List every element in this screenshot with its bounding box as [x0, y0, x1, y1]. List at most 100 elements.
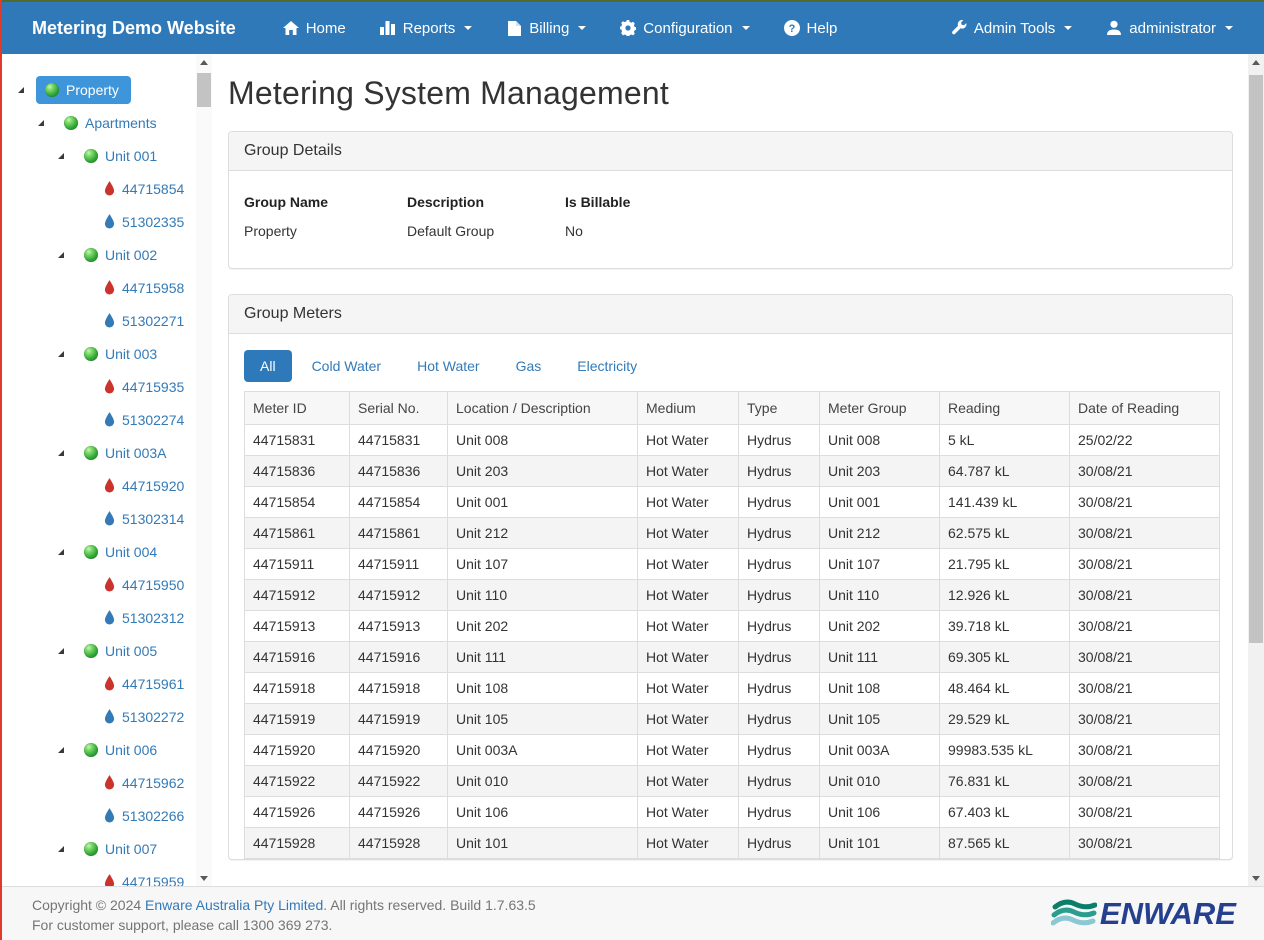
- tab-cold-water[interactable]: Cold Water: [296, 350, 398, 382]
- company-link[interactable]: Enware Australia Pty Limited: [145, 897, 323, 913]
- tab-all[interactable]: All: [244, 350, 292, 382]
- tree-node-unit-003a: Unit 003A: [18, 436, 212, 469]
- nav-item-home[interactable]: Home: [266, 2, 363, 54]
- tree-node-label[interactable]: 51302314: [96, 506, 192, 532]
- logo-text: ENWARE: [1100, 896, 1236, 932]
- nav-item-admin-tools[interactable]: Admin Tools: [934, 2, 1089, 54]
- tree-node-label[interactable]: 44715920: [96, 473, 192, 499]
- tree-node-label[interactable]: Unit 004: [76, 539, 165, 565]
- tree-expander-icon[interactable]: [58, 450, 64, 456]
- scroll-down-icon[interactable]: [196, 870, 212, 886]
- cell-meter-group: Unit 203: [820, 456, 940, 487]
- green-orb-icon: [84, 545, 98, 559]
- caret-down-icon: [578, 26, 586, 30]
- cell-meter-group: Unit 003A: [820, 735, 940, 766]
- group-meters-heading: Group Meters: [229, 295, 1232, 334]
- tab-electricity[interactable]: Electricity: [561, 350, 653, 382]
- tree-node-label[interactable]: Unit 001: [76, 143, 165, 169]
- tree-node-label[interactable]: 51302266: [96, 803, 192, 829]
- scroll-up-icon[interactable]: [1248, 54, 1264, 70]
- cell-serial-no: 44715912: [350, 580, 448, 611]
- cell-type: Hydrus: [739, 766, 820, 797]
- tree-node-label[interactable]: Unit 007: [76, 836, 165, 862]
- tree-expander-icon[interactable]: [58, 747, 64, 753]
- cell-serial-no: 44715916: [350, 642, 448, 673]
- tree-node-label[interactable]: 51302335: [96, 209, 192, 235]
- group-meters-panel: Group Meters AllCold WaterHot WaterGasEl…: [228, 294, 1233, 860]
- table-row: 4471586144715861Unit 212Hot WaterHydrusU…: [245, 518, 1220, 549]
- tree-node-label[interactable]: 44715959: [96, 869, 192, 887]
- cell-meter-id: 44715913: [245, 611, 350, 642]
- tree-node-label[interactable]: 51302272: [96, 704, 192, 730]
- tree-node-label[interactable]: 44715950: [96, 572, 192, 598]
- tree-expander-icon[interactable]: [58, 252, 64, 258]
- cell-medium: Hot Water: [638, 425, 739, 456]
- tree-node-label[interactable]: 51302312: [96, 605, 192, 631]
- tree-expander-icon[interactable]: [58, 846, 64, 852]
- tab-gas[interactable]: Gas: [500, 350, 558, 382]
- top-navbar: Metering Demo Website HomeReportsBilling…: [0, 0, 1264, 54]
- sidebar-scrollbar-thumb[interactable]: [197, 73, 211, 107]
- table-row: 4471591944715919Unit 105Hot WaterHydrusU…: [245, 704, 1220, 735]
- cell-medium: Hot Water: [638, 642, 739, 673]
- column-header-meter-group: Meter Group: [820, 392, 940, 425]
- column-header-serial-no: Serial No.: [350, 392, 448, 425]
- tree-expander-icon[interactable]: [58, 153, 64, 159]
- cell-type: Hydrus: [739, 456, 820, 487]
- group-details-panel: Group Details Group NamePropertyDescript…: [228, 131, 1233, 269]
- nav-item-reports[interactable]: Reports: [363, 2, 490, 54]
- navbar-brand[interactable]: Metering Demo Website: [0, 18, 266, 39]
- main-scrollbar-thumb[interactable]: [1249, 75, 1263, 643]
- cold-droplet-icon: [104, 610, 115, 625]
- tree-node-label[interactable]: 51302271: [96, 308, 192, 334]
- tree-node-label[interactable]: Unit 003A: [76, 440, 174, 466]
- hot-droplet-icon: [104, 379, 115, 394]
- table-row: 4471591344715913Unit 202Hot WaterHydrusU…: [245, 611, 1220, 642]
- scroll-up-icon[interactable]: [196, 54, 212, 70]
- tree-node-label[interactable]: 44715961: [96, 671, 192, 697]
- hot-droplet-icon: [104, 280, 115, 295]
- cell-meter-id: 44715922: [245, 766, 350, 797]
- green-orb-icon: [84, 644, 98, 658]
- tree-node-label[interactable]: Unit 006: [76, 737, 165, 763]
- cell-meter-id: 44715911: [245, 549, 350, 580]
- cell-reading: 141.439 kL: [940, 487, 1070, 518]
- hot-droplet-icon: [104, 775, 115, 790]
- tree-node-label[interactable]: Unit 005: [76, 638, 165, 664]
- tree-node-label[interactable]: Unit 002: [76, 242, 165, 268]
- tree-node-label[interactable]: 44715962: [96, 770, 192, 796]
- cell-reading: 64.787 kL: [940, 456, 1070, 487]
- cell-meter-group: Unit 108: [820, 673, 940, 704]
- tree-node-label[interactable]: 44715935: [96, 374, 192, 400]
- tree-expander-icon[interactable]: [18, 87, 24, 93]
- tree-node-51302312: 51302312: [18, 601, 212, 634]
- tree-node-label[interactable]: 44715854: [96, 176, 192, 202]
- tree-node-label[interactable]: 51302274: [96, 407, 192, 433]
- tree-expander-icon[interactable]: [58, 549, 64, 555]
- green-orb-icon: [64, 116, 78, 130]
- nav-item-administrator[interactable]: administrator: [1089, 2, 1250, 54]
- scroll-down-icon[interactable]: [1248, 870, 1264, 886]
- footer: Copyright © 2024 Enware Australia Pty Li…: [0, 886, 1264, 940]
- tree-expander-icon[interactable]: [38, 120, 44, 126]
- nav-item-configuration[interactable]: Configuration: [603, 2, 766, 54]
- tree-node-label[interactable]: 44715958: [96, 275, 192, 301]
- cell-medium: Hot Water: [638, 549, 739, 580]
- tree-node-label[interactable]: Property: [36, 76, 131, 104]
- tree-expander-icon[interactable]: [58, 648, 64, 654]
- tab-hot-water[interactable]: Hot Water: [401, 350, 496, 382]
- tree-expander-icon[interactable]: [58, 351, 64, 357]
- cell-location-description: Unit 107: [448, 549, 638, 580]
- main-scrollbar[interactable]: [1248, 54, 1264, 886]
- nav-item-help[interactable]: ?Help: [767, 2, 855, 54]
- cold-droplet-icon: [104, 412, 115, 427]
- tree-node-label[interactable]: Unit 003: [76, 341, 165, 367]
- cell-type: Hydrus: [739, 673, 820, 704]
- cold-droplet-icon: [104, 313, 115, 328]
- tree-node-51302272: 51302272: [18, 700, 212, 733]
- tree-node-label[interactable]: Apartments: [56, 110, 165, 136]
- page-title: Metering System Management: [228, 75, 1233, 112]
- cell-meter-group: Unit 110: [820, 580, 940, 611]
- sidebar-scrollbar[interactable]: [196, 54, 212, 886]
- nav-item-billing[interactable]: Billing: [489, 2, 603, 54]
